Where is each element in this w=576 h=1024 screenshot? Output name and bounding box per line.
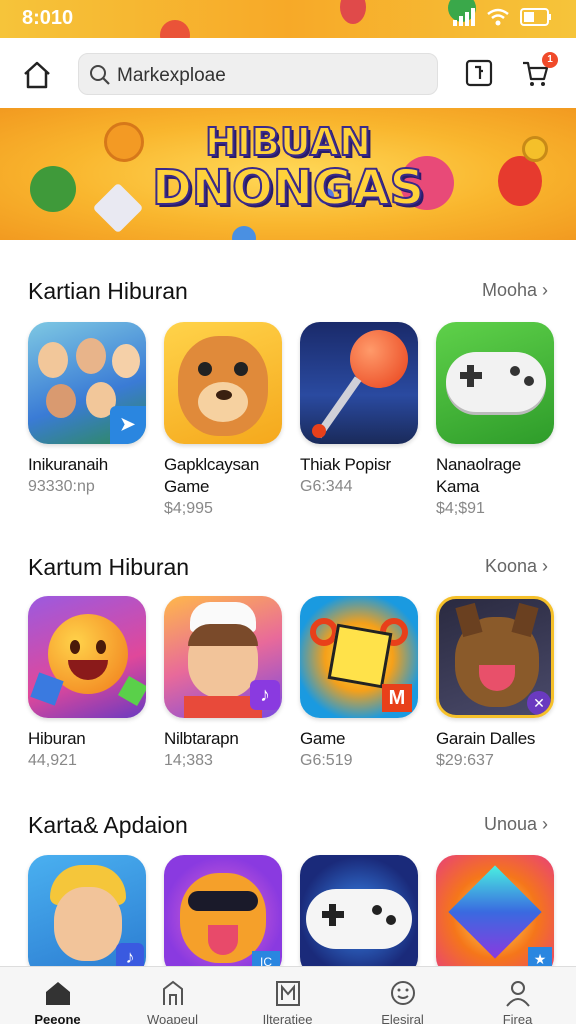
app-meta: 14;383 (164, 752, 213, 769)
tab-label: Firea (502, 1012, 533, 1024)
app-meta: G6:519 (300, 752, 353, 769)
blond-boy-icon: ♪ (28, 855, 146, 977)
app-meta: 93330:np (28, 478, 95, 495)
app-card[interactable]: ♪ (28, 855, 148, 977)
building-icon (162, 980, 183, 1005)
search-input[interactable]: Markexploae (117, 65, 226, 87)
app-name: Garain Dalles (436, 729, 536, 748)
tab-profile[interactable]: Firea (460, 967, 575, 1024)
cube-character-icon: M (300, 596, 418, 718)
app-name: Thiak Popisr (300, 455, 391, 474)
banner-title-line1: HIBUAN (204, 119, 372, 165)
see-more-link[interactable]: Koona › (485, 556, 548, 577)
gem-icon: ★ (436, 855, 554, 977)
app-meta: G6:344 (300, 478, 353, 495)
tab-label: Elesiral (381, 1012, 424, 1024)
see-more-label[interactable]: Unoua (484, 814, 537, 834)
app-card[interactable]: ♪ Nilbtarapn 14;383 (164, 596, 284, 772)
see-more-link[interactable]: Mooha › (482, 280, 548, 301)
home-icon (24, 61, 50, 89)
chef-boy-icon: ♪ (164, 596, 282, 718)
app-card[interactable]: M Game G6:519 (300, 596, 420, 772)
section-title: Kartum Hiburan (28, 554, 190, 580)
app-card[interactable] (300, 855, 420, 977)
tab-social[interactable]: Elesiral (345, 967, 460, 1024)
profile-icon (505, 981, 530, 1007)
wifi-icon (487, 8, 509, 26)
search-bar[interactable]: Markexploae (78, 53, 438, 95)
gamepad-icon (436, 322, 554, 444)
promo-banner[interactable]: HIBUAN DNONGAS (0, 108, 576, 240)
app-card[interactable]: Gapklcaysan Game $4;995 (164, 322, 284, 520)
hamster-icon (164, 322, 282, 444)
home-icon (45, 982, 70, 1005)
tab-explore[interactable]: Woapeul (115, 967, 230, 1024)
section-title: Karta& Apdaion (28, 812, 188, 838)
app-card[interactable]: Hiburan 44,921 (28, 596, 148, 772)
tab-library[interactable]: Ilteratiee (230, 967, 345, 1024)
smile-icon (390, 981, 415, 1005)
cart-button[interactable]: 1 (520, 52, 558, 92)
banner-title-line2: DNONGAS (151, 159, 425, 217)
smiley-ball-icon (28, 596, 146, 718)
tab-label: Ilteratiee (262, 1012, 313, 1024)
search-icon (90, 65, 110, 85)
scan-icon (465, 59, 493, 87)
app-card[interactable]: ✕ Garain Dalles $29:637 (436, 596, 556, 772)
app-meta: $29:637 (436, 752, 494, 769)
app-name: Nilbtarapn (164, 729, 239, 748)
app-card[interactable]: Nanaolrage Kama $4;$91 (436, 322, 556, 520)
tab-label: Woapeul (146, 1012, 199, 1024)
app-meta: $4;$91 (436, 500, 485, 517)
crowd-people-icon: ➤ (28, 322, 146, 444)
app-name: Gapklcaysan Game (164, 455, 259, 496)
see-more-link[interactable]: Unoua › (484, 814, 548, 835)
app-name: Game (300, 729, 346, 748)
battery-icon (520, 8, 551, 26)
home-button[interactable] (20, 58, 54, 92)
top-header: Markexploae 1 (0, 38, 576, 110)
app-name: Hiburan (28, 729, 86, 748)
section-title: Kartian Hiburan (28, 278, 188, 304)
app-card[interactable]: IC (164, 855, 284, 977)
bottom-tab-bar: Peeone Woapeul Ilteratiee Elesiral Firea (0, 966, 576, 1024)
app-card[interactable]: Thiak Popisr G6:344 (300, 322, 420, 498)
see-more-label[interactable]: Mooha (482, 280, 537, 300)
status-time: 8:010 (22, 7, 74, 29)
app-name: Nanaolrage Kama (436, 455, 521, 496)
scan-button[interactable] (464, 58, 498, 92)
status-bar: 8:010 (0, 0, 576, 38)
tab-label: Peeone (34, 1012, 81, 1024)
app-meta: 44,921 (28, 752, 77, 769)
controller-icon (300, 855, 418, 977)
app-card[interactable]: ★ (436, 855, 556, 977)
cat-sunglasses-icon: IC (164, 855, 282, 977)
see-more-label[interactable]: Koona (485, 556, 537, 576)
book-icon (275, 981, 300, 1006)
app-card[interactable]: ➤ Inikuranaih 93330:np (28, 322, 148, 498)
cart-badge: 1 (542, 52, 558, 68)
app-meta: $4;995 (164, 500, 213, 517)
signal-icon (453, 8, 475, 26)
tab-home[interactable]: Peeone (0, 967, 115, 1024)
app-name: Inikuranaih (28, 455, 108, 474)
pin-ball-icon (300, 322, 418, 444)
wolf-dog-icon: ✕ (436, 596, 554, 718)
